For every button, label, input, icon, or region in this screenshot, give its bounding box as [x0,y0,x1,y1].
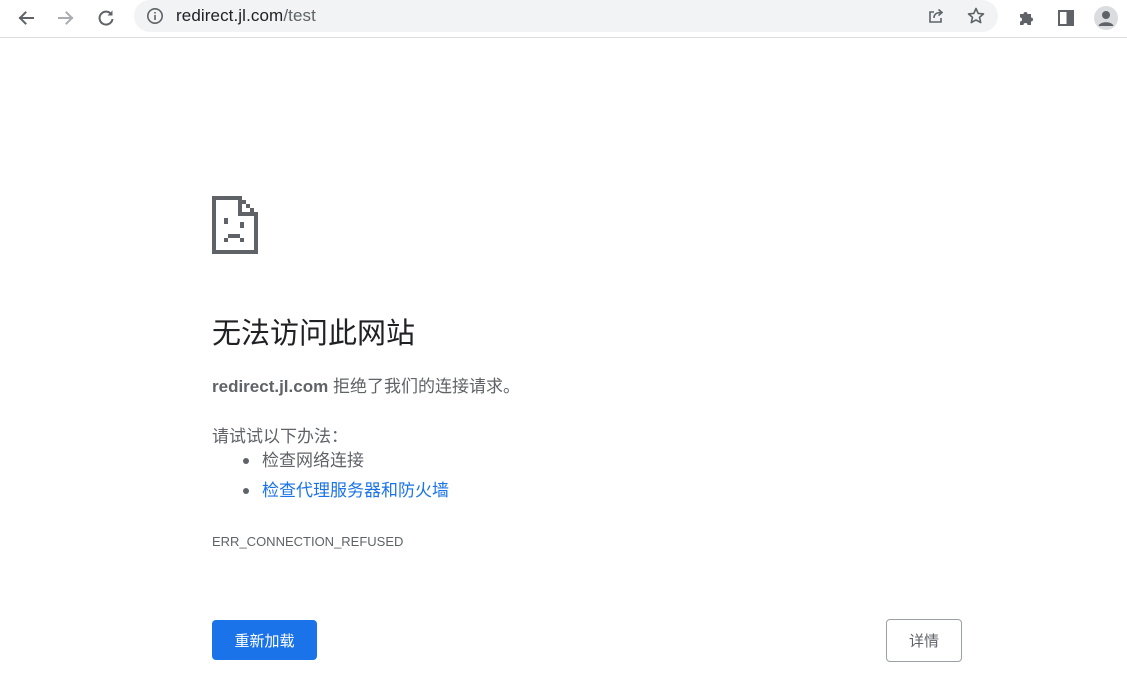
reload-page-button[interactable]: 重新加载 [212,620,317,660]
error-description-text: 拒绝了我们的连接请求。 [328,377,520,396]
arrow-right-icon [58,11,74,25]
share-button[interactable] [924,4,948,28]
url-host: redirect.jl.com [176,6,284,25]
bullet-icon [243,488,249,494]
error-description: redirect.jl.com 拒绝了我们的连接请求。 [212,372,520,397]
share-icon [929,8,944,23]
suggestions-list: 检查网络连接 检查代理服务器和防火墙 [212,449,449,509]
info-icon[interactable] [146,7,164,25]
side-panel-button[interactable] [1051,3,1081,33]
page-title: 无法访问此网站 [212,318,416,350]
reload-icon [98,10,114,26]
profile-avatar-icon [1094,6,1118,30]
details-button[interactable]: 详情 [886,619,962,662]
check-proxy-firewall-link[interactable]: 检查代理服务器和防火墙 [262,481,449,500]
sad-page-icon [212,196,258,254]
reload-button[interactable] [91,3,121,33]
error-code: ERR_CONNECTION_REFUSED [212,534,404,549]
error-host: redirect.jl.com [212,377,329,396]
url-path: /test [283,6,316,25]
try-label: 请试试以下办法： [212,427,348,446]
forward-button[interactable] [51,3,81,33]
back-button[interactable] [11,3,41,33]
suggestion-check-network: 检查网络连接 [212,449,449,479]
profile-button[interactable] [1091,3,1121,33]
browser-toolbar: redirect.jl.com/test [0,0,1127,38]
suggestion-check-proxy: 检查代理服务器和防火墙 [212,479,449,509]
arrow-left-icon [18,11,34,25]
puzzle-icon [1020,12,1033,25]
star-icon [967,7,985,24]
extensions-button[interactable] [1011,3,1041,33]
side-panel-icon [1058,10,1074,26]
url-text[interactable]: redirect.jl.com/test [176,6,316,26]
suggestion-text: 检查网络连接 [262,451,364,470]
bullet-icon [243,458,249,464]
address-bar[interactable]: redirect.jl.com/test [134,0,998,32]
bookmark-button[interactable] [964,4,988,28]
